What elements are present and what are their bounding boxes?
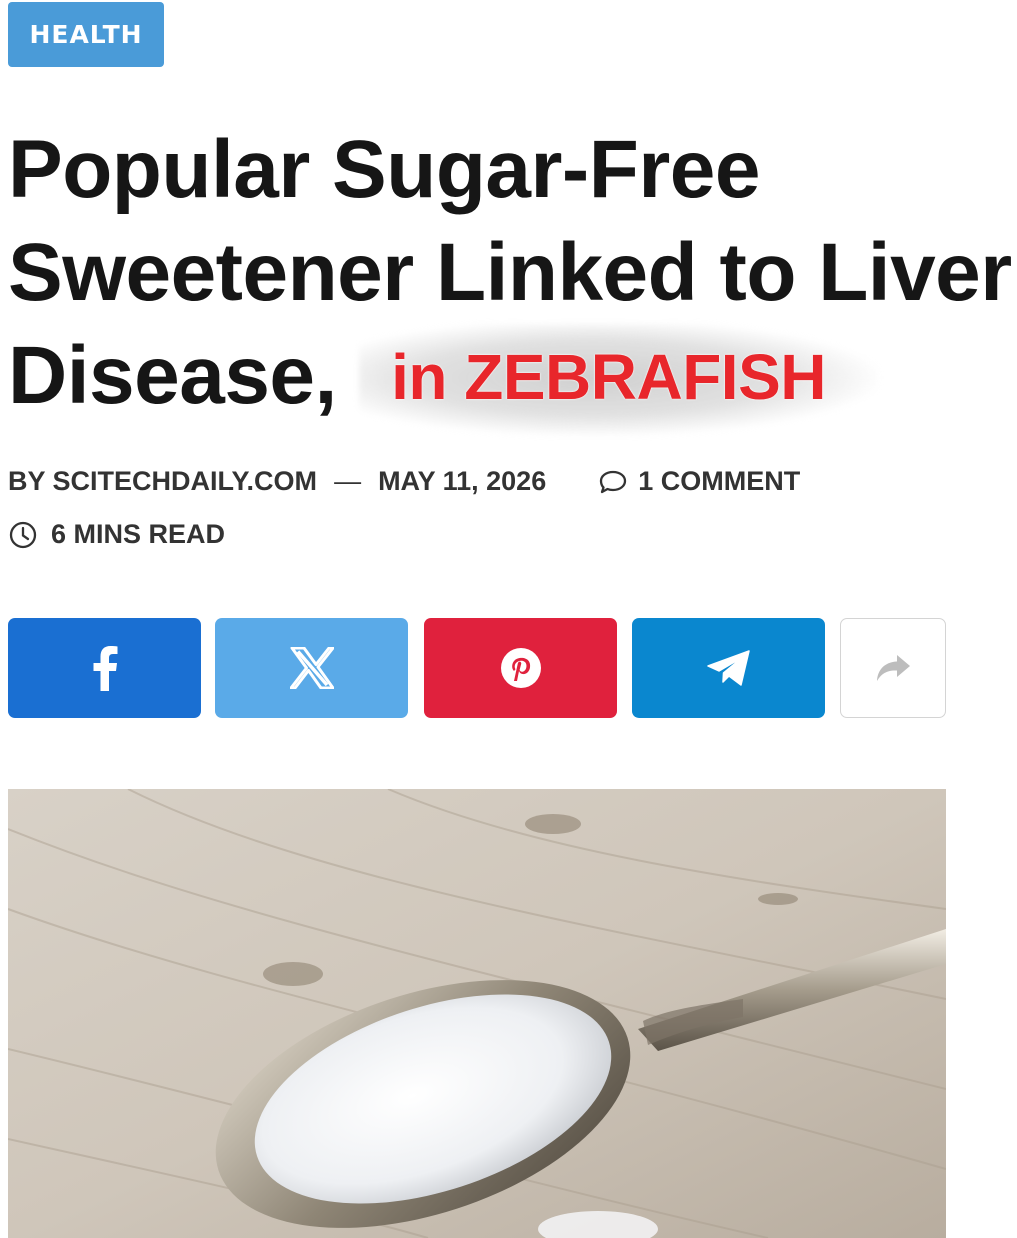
headline-line-3: Disease, in ZEBRAFISH [8,324,968,436]
category-badge-health[interactable]: HEALTH [8,2,164,67]
spoon-photo-illustration [8,789,946,1238]
comment-icon [600,470,627,493]
clock-icon [9,521,37,548]
hero-image-sweetener-spoon [8,789,946,1238]
share-more-button[interactable] [840,618,946,718]
telegram-icon [706,650,750,686]
read-time-text: 6 MINS READ [51,519,226,549]
share-x-button[interactable] [215,618,408,718]
overlay-annotation-text: in ZEBRAFISH [391,341,826,413]
publish-date: MAY 11, 2026 [378,466,547,496]
comment-count: 1 COMMENT [638,466,801,496]
facebook-icon [93,646,117,691]
article-meta: BY SCITECHDAILY.COM — MAY 11, 2026 1 COM… [8,466,800,497]
share-arrow-icon [877,655,910,681]
share-pinterest-button[interactable] [424,618,617,718]
x-icon [289,647,334,689]
byline[interactable]: BY SCITECHDAILY.COM [8,466,317,497]
headline-line-1: Popular Sugar-Free [8,124,760,215]
pinterest-icon [500,648,541,688]
headline-line-3-text: Disease, [8,330,337,421]
headline-redaction-overlay: in ZEBRAFISH [359,324,880,436]
headline-line-2: Sweetener Linked to Liver [8,227,1012,318]
meta-separator: — [334,466,362,496]
article-headline: Popular Sugar-Free Sweetener Linked to L… [8,118,1012,436]
read-time: 6 MINS READ [8,519,225,550]
comments-link[interactable]: 1 COMMENT [598,466,800,497]
share-telegram-button[interactable] [632,618,825,718]
share-facebook-button[interactable] [8,618,201,718]
